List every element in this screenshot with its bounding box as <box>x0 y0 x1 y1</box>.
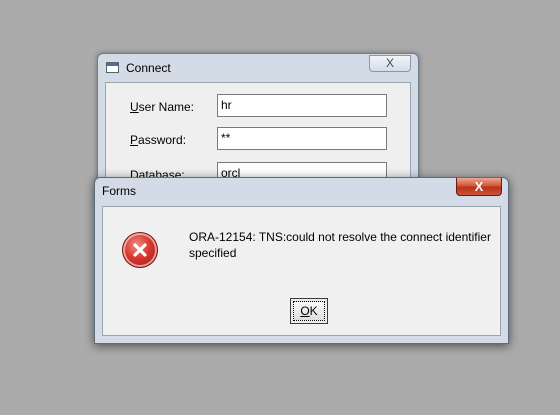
ok-button[interactable]: OK <box>290 298 328 324</box>
forms-dialog-body: ORA-12154: TNS:could not resolve the con… <box>102 206 501 336</box>
forms-close-button[interactable]: X <box>456 178 502 196</box>
password-input[interactable]: ** <box>217 127 387 150</box>
user-name-label: User Name: <box>130 100 195 114</box>
connect-titlebar[interactable]: Connect X <box>98 54 418 82</box>
window-app-icon <box>106 62 119 73</box>
connect-close-button[interactable]: X <box>369 55 411 72</box>
error-message: ORA-12154: TNS:could not resolve the con… <box>189 230 491 260</box>
forms-dialog-title: Forms <box>102 184 136 198</box>
ok-button-label: OK <box>293 301 325 321</box>
error-cross-glyph <box>133 243 147 257</box>
connect-dialog-title: Connect <box>126 61 171 75</box>
password-label: Password: <box>130 133 187 147</box>
error-icon <box>122 232 158 268</box>
user-name-input[interactable]: hr <box>217 94 387 117</box>
forms-error-dialog: Forms X ORA-12154: TNS:could not resolve… <box>94 177 509 344</box>
